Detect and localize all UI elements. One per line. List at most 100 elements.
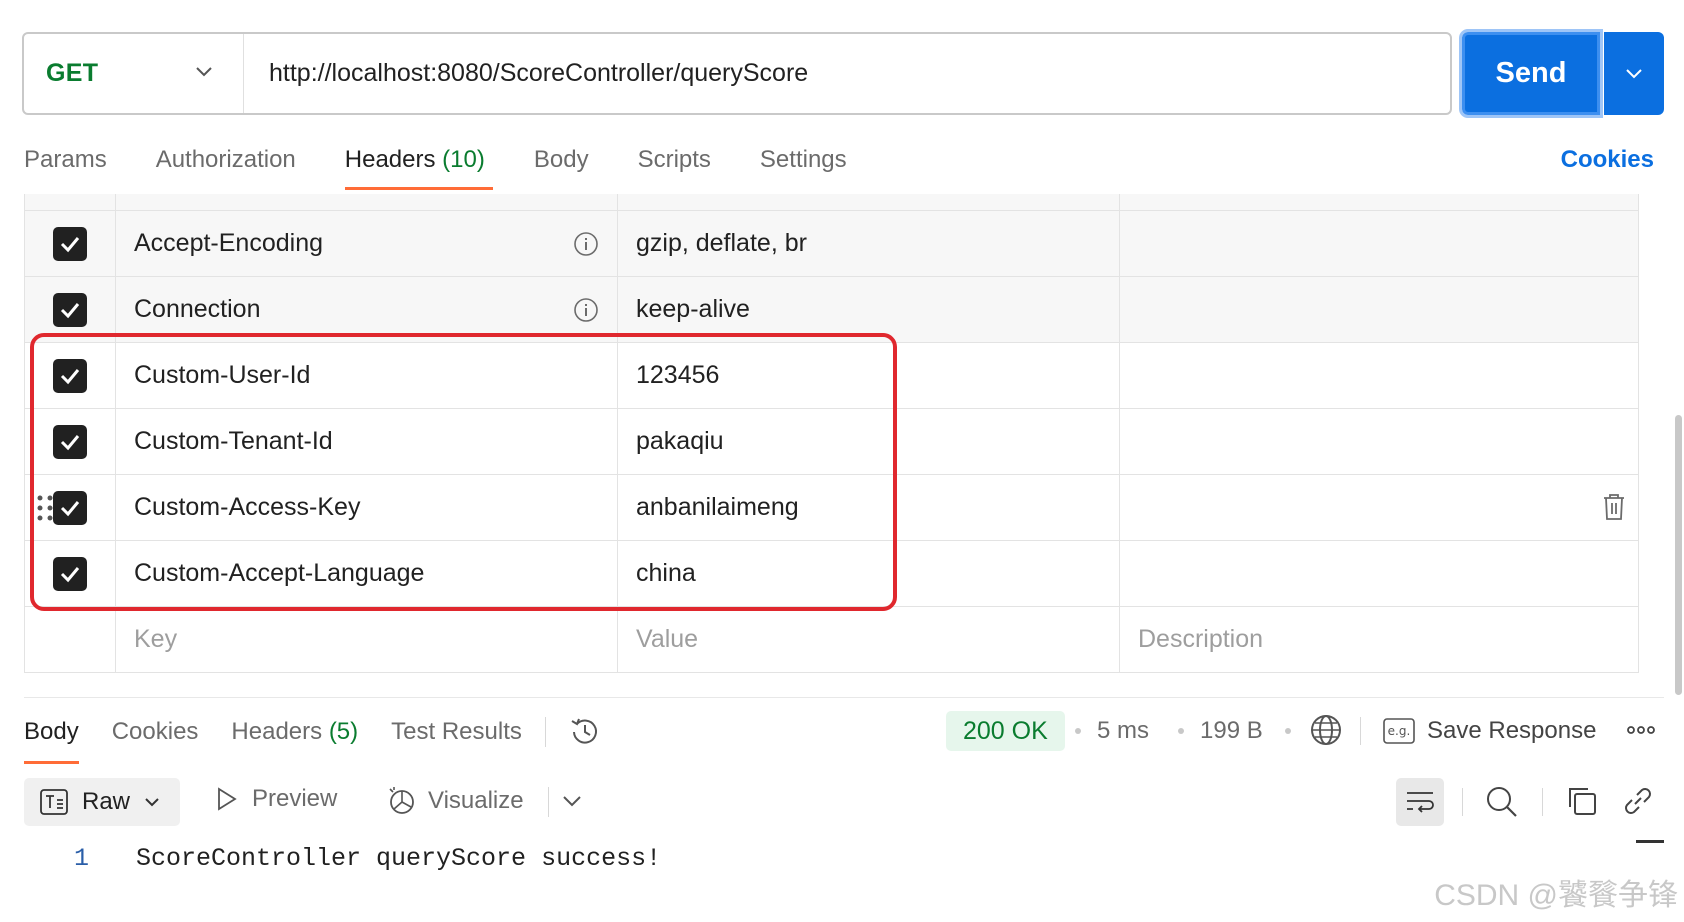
visualize-icon [389, 787, 414, 814]
tab-response-body[interactable]: Body [24, 712, 79, 764]
row-checkbox-cell [24, 211, 116, 276]
request-url-bar: GET http://localhost:8080/ScoreControlle… [22, 32, 1452, 115]
chevron-down-icon[interactable] [562, 794, 582, 808]
header-enabled-checkbox[interactable] [53, 358, 87, 393]
word-wrap-button[interactable] [1396, 778, 1444, 826]
divider [1542, 788, 1543, 816]
table-row: Custom-Accept-Language china [24, 540, 1639, 606]
header-description[interactable] [1120, 409, 1639, 474]
header-value[interactable]: keep-alive [618, 277, 1120, 342]
header-key[interactable]: Accept-Encoding [116, 211, 618, 276]
header-key-text: Custom-Tenant-Id [134, 427, 333, 455]
header-key[interactable]: Custom-Access-Key [116, 475, 618, 540]
tab-label: Settings [759, 146, 847, 173]
header-value[interactable]: pakaqiu [618, 409, 1120, 474]
checkmark-icon [60, 302, 80, 318]
divider [24, 697, 1664, 698]
header-key[interactable]: Custom-User-Id [116, 343, 618, 408]
description-placeholder: Description [1138, 625, 1264, 653]
tab-label: Body [533, 146, 589, 173]
tab-label: Headers [231, 718, 323, 745]
preview-button[interactable]: Preview [216, 785, 337, 813]
info-icon[interactable] [573, 231, 599, 257]
response-body-text[interactable]: ScoreController queryScore success! [136, 844, 661, 873]
table-cell [618, 194, 1120, 210]
header-value[interactable]: 123456 [618, 343, 1120, 408]
method-select[interactable]: GET [24, 34, 244, 113]
tab-count: (5) [328, 718, 359, 745]
divider [1360, 717, 1361, 745]
tab-response-headers[interactable]: Headers (5) [231, 712, 358, 764]
history-icon[interactable] [568, 715, 602, 749]
line-number: 1 [74, 844, 90, 873]
header-description[interactable] [1120, 343, 1639, 408]
send-options-button[interactable] [1604, 32, 1664, 115]
separator-dot [1178, 728, 1184, 734]
header-enabled-checkbox[interactable] [53, 424, 87, 459]
method-label: GET [46, 59, 99, 87]
save-response-button[interactable]: Save Response [1427, 711, 1596, 751]
send-button[interactable]: Send [1459, 29, 1603, 118]
header-enabled-checkbox[interactable] [53, 292, 87, 327]
format-label: Raw [82, 788, 131, 815]
header-value-text: 123456 [636, 361, 720, 389]
example-icon: e.g. [1383, 718, 1415, 744]
header-description[interactable] [1120, 541, 1639, 606]
tab-test-results[interactable]: Test Results [391, 712, 522, 764]
tab-label: Scripts [637, 146, 711, 173]
row-checkbox-cell [24, 277, 116, 342]
globe-icon[interactable] [1309, 713, 1343, 747]
scrollbar[interactable] [1675, 415, 1682, 695]
header-enabled-checkbox[interactable] [53, 490, 87, 525]
url-input[interactable]: http://localhost:8080/ScoreController/qu… [244, 59, 808, 88]
header-value-text: keep-alive [636, 295, 750, 323]
status-badge[interactable]: 200 OK [946, 711, 1065, 751]
new-value-input[interactable]: Value [618, 607, 1120, 672]
header-value[interactable]: gzip, deflate, br [618, 211, 1120, 276]
header-key[interactable]: Custom-Accept-Language [116, 541, 618, 606]
header-key[interactable]: Custom-Tenant-Id [116, 409, 618, 474]
header-description[interactable] [1120, 211, 1639, 276]
format-select[interactable]: Raw [24, 778, 180, 826]
tab-headers[interactable]: Headers (10) [344, 140, 493, 190]
tab-scripts[interactable]: Scripts [638, 140, 711, 190]
divider [548, 787, 549, 817]
header-value-text: gzip, deflate, br [636, 229, 807, 257]
header-enabled-checkbox[interactable] [53, 556, 87, 591]
header-description[interactable] [1120, 475, 1639, 540]
cookies-link[interactable]: Cookies [1561, 140, 1654, 180]
response-time[interactable]: 5 ms [1097, 711, 1149, 751]
header-enabled-checkbox[interactable] [53, 226, 87, 261]
visualize-button[interactable]: Visualize [386, 785, 524, 817]
response-size[interactable]: 199 B [1200, 711, 1263, 751]
link-icon[interactable] [1622, 785, 1654, 817]
checkmark-icon [60, 434, 80, 450]
header-value[interactable]: anbanilaimeng [618, 475, 1120, 540]
table-row: Custom-User-Id 123456 [24, 342, 1639, 408]
header-value-text: anbanilaimeng [636, 493, 799, 521]
new-key-input[interactable]: Key [116, 607, 618, 672]
header-value-text: china [636, 559, 696, 587]
tab-body[interactable]: Body [534, 140, 589, 190]
svg-text:e.g.: e.g. [1388, 724, 1411, 738]
tab-response-cookies[interactable]: Cookies [112, 712, 199, 764]
search-icon[interactable] [1485, 785, 1519, 819]
header-key[interactable]: Connection [116, 277, 618, 342]
header-description[interactable] [1120, 277, 1639, 342]
header-key-text: Custom-Accept-Language [134, 559, 425, 587]
table-row: Connection keep-alive [24, 276, 1639, 342]
tab-params[interactable]: Params [24, 140, 107, 190]
preview-label: Preview [252, 785, 338, 812]
trash-icon[interactable] [1602, 493, 1626, 521]
drag-handle-icon[interactable] [37, 494, 53, 522]
table-row: Accept-Encoding gzip, deflate, br [24, 210, 1639, 276]
tab-settings[interactable]: Settings [760, 140, 847, 190]
new-description-input[interactable]: Description [1120, 607, 1639, 672]
tab-authorization[interactable]: Authorization [156, 140, 296, 190]
copy-icon[interactable] [1566, 785, 1598, 817]
info-icon[interactable] [573, 297, 599, 323]
divider [544, 717, 546, 747]
header-value[interactable]: china [618, 541, 1120, 606]
more-options-icon[interactable] [1627, 725, 1655, 735]
request-tabs: Params Authorization Headers (10) Body S… [24, 140, 896, 190]
